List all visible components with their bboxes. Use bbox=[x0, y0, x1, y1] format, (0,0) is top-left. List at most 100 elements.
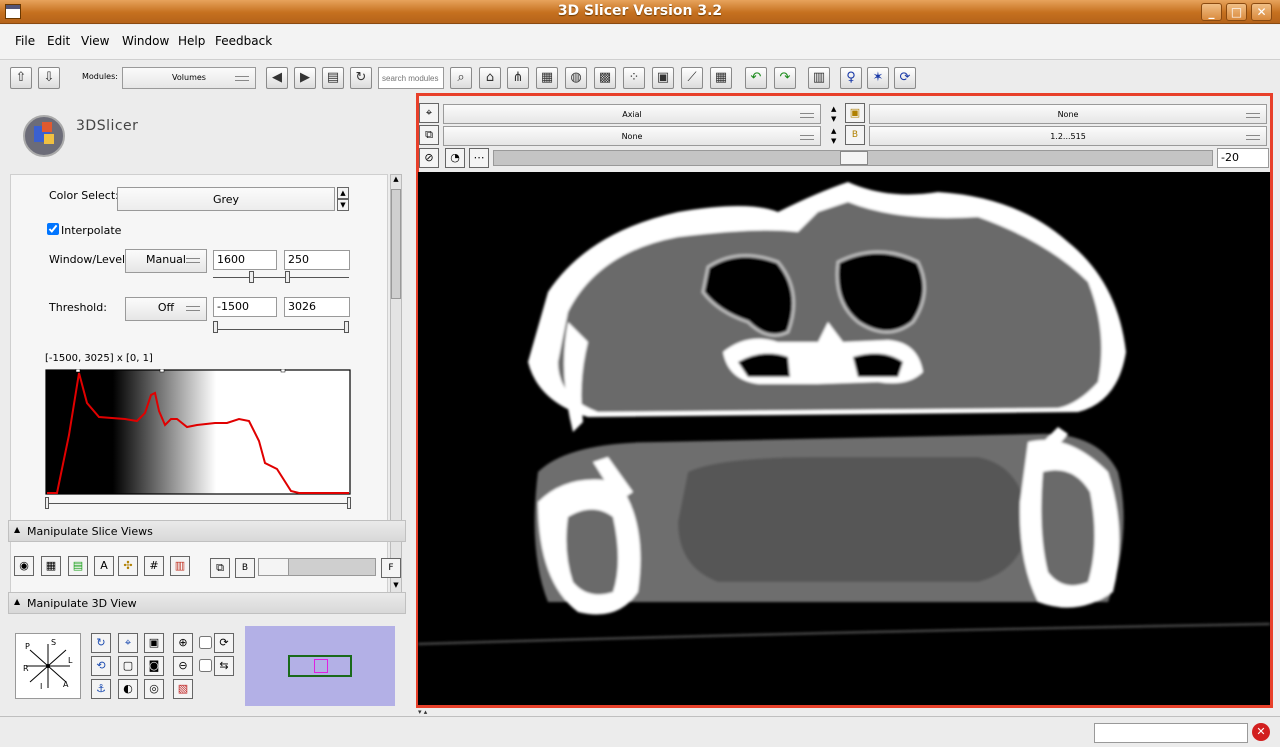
layout-icon[interactable]: ▥ bbox=[808, 67, 830, 89]
window-level-mode-combo[interactable]: Manual bbox=[125, 249, 207, 273]
scroll-up-icon[interactable]: ▲ bbox=[391, 175, 401, 187]
menu-help[interactable]: Help bbox=[178, 34, 205, 48]
data-tree-icon[interactable]: ⋔ bbox=[507, 67, 529, 89]
spin-icon[interactable]: ⟳ bbox=[214, 633, 234, 653]
scroll-thumb[interactable] bbox=[391, 189, 401, 299]
yaw-icon[interactable]: ⚓ bbox=[91, 679, 111, 699]
zoom-in-icon[interactable]: ⊕ bbox=[173, 633, 193, 653]
more-options-icon[interactable]: ⋯ bbox=[469, 148, 489, 168]
models-module-icon[interactable]: ◍ bbox=[565, 67, 587, 89]
rock-icon[interactable]: ⇆ bbox=[214, 656, 234, 676]
label-spin-icon[interactable]: ▲ ▼ bbox=[831, 126, 836, 146]
fiducials-module-icon[interactable]: ⁘ bbox=[623, 67, 645, 89]
menu-edit[interactable]: Edit bbox=[47, 34, 70, 48]
fit-view-icon[interactable]: ▣ bbox=[144, 633, 164, 653]
background-layer-icon[interactable]: B bbox=[845, 125, 865, 145]
threshold-low-input[interactable]: -1500 bbox=[213, 297, 277, 317]
menu-file[interactable]: File bbox=[15, 34, 35, 48]
center-view-icon[interactable]: ⌖ bbox=[118, 633, 138, 653]
undo-icon[interactable]: ↶ bbox=[745, 67, 767, 89]
slice-layout-icon[interactable]: ⌖ bbox=[419, 103, 439, 123]
roll-icon[interactable]: ⟲ bbox=[91, 656, 111, 676]
volumes-module-icon[interactable]: ▦ bbox=[536, 67, 558, 89]
threshold-high-handle[interactable] bbox=[344, 321, 349, 333]
search-modules-input[interactable] bbox=[378, 67, 444, 89]
fg-toggle-icon[interactable]: F bbox=[381, 558, 401, 578]
orientation-spin-icon[interactable]: ▲ ▼ bbox=[831, 104, 836, 124]
color-up-icon[interactable]: ▲ bbox=[337, 187, 349, 199]
stereo-icon[interactable]: ◐ bbox=[118, 679, 138, 699]
visibility-eye-icon[interactable]: ◉ bbox=[14, 556, 34, 576]
fade-slider[interactable] bbox=[258, 558, 376, 576]
place-fiducial-icon[interactable]: ♀ bbox=[840, 67, 862, 89]
histogram-low-handle[interactable] bbox=[45, 497, 49, 509]
rotate-view-icon[interactable]: ⟳ bbox=[894, 67, 916, 89]
menu-view[interactable]: View bbox=[81, 34, 109, 48]
window-value-input[interactable]: 1600 bbox=[213, 250, 277, 270]
fade-slider-thumb[interactable] bbox=[259, 559, 289, 575]
window-handle[interactable] bbox=[249, 271, 254, 283]
colormap-icon[interactable]: ▥ bbox=[170, 556, 190, 576]
visibility-toggle-icon[interactable]: ◔ bbox=[445, 148, 465, 168]
manipulate-slice-views-header[interactable]: ▲ Manipulate Slice Views bbox=[8, 520, 406, 542]
menu-feedback[interactable]: Feedback bbox=[215, 34, 272, 48]
ct-slice-view[interactable] bbox=[417, 172, 1271, 705]
screenshot-icon[interactable]: ◙ bbox=[144, 656, 164, 676]
menu-window[interactable]: Window bbox=[122, 34, 169, 48]
color-select-field[interactable]: Grey bbox=[117, 187, 335, 211]
render-mode-icon[interactable]: ◎ bbox=[144, 679, 164, 699]
label-layer-icon[interactable]: ⧉ bbox=[419, 125, 439, 145]
refresh-icon[interactable]: ↻ bbox=[350, 67, 372, 89]
bg-layer-icon[interactable]: B bbox=[235, 558, 255, 578]
3d-navigator-view[interactable] bbox=[245, 626, 395, 706]
slice-offset-slider[interactable] bbox=[493, 150, 1213, 166]
save-scene-icon[interactable]: ⇩ bbox=[38, 67, 60, 89]
slice-offset-input[interactable]: -20 bbox=[1217, 148, 1269, 168]
threshold-mode-combo[interactable]: Off bbox=[125, 297, 207, 321]
spin-checkbox[interactable] bbox=[199, 636, 212, 649]
grid-lines-icon[interactable]: # bbox=[144, 556, 164, 576]
pick-fiducial-icon[interactable]: ✶ bbox=[867, 67, 889, 89]
background-volume-combo[interactable]: 1.2...515 bbox=[869, 126, 1267, 146]
module-history-icon[interactable]: ▤ bbox=[322, 67, 344, 89]
histogram-chart[interactable] bbox=[45, 369, 351, 495]
zoom-out-icon[interactable]: ⊖ bbox=[173, 656, 193, 676]
orientation-combo[interactable]: Axial bbox=[443, 104, 821, 124]
rock-checkbox[interactable] bbox=[199, 659, 212, 672]
histogram-high-handle[interactable] bbox=[347, 497, 351, 509]
home-icon[interactable]: ⌂ bbox=[479, 67, 501, 89]
minimize-button[interactable]: _ bbox=[1201, 3, 1222, 21]
viewer-resize-icon[interactable]: ▾ ▴ bbox=[418, 708, 427, 716]
search-icon[interactable]: ⌕ bbox=[450, 67, 472, 89]
slice-grid-icon[interactable]: ▦ bbox=[41, 556, 61, 576]
background-color-icon[interactable]: ▧ bbox=[173, 679, 193, 699]
load-scene-icon[interactable]: ⇧ bbox=[10, 67, 32, 89]
label-outline-icon[interactable]: ▤ bbox=[68, 556, 88, 576]
modules-combo[interactable]: Volumes bbox=[122, 67, 256, 89]
orientation-widget[interactable]: P S R L I A bbox=[15, 633, 81, 699]
pitch-icon[interactable]: ↻ bbox=[91, 633, 111, 653]
crosshair-icon[interactable]: ✣ bbox=[118, 556, 138, 576]
annotation-text-icon[interactable]: A bbox=[94, 556, 114, 576]
level-value-input[interactable]: 250 bbox=[284, 250, 350, 270]
error-log-icon[interactable]: ✕ bbox=[1252, 723, 1270, 741]
color-down-icon[interactable]: ▼ bbox=[337, 199, 349, 211]
editor-module-icon[interactable]: ▣ bbox=[652, 67, 674, 89]
label-volume-combo[interactable]: None bbox=[443, 126, 821, 146]
prev-module-icon[interactable]: ◀ bbox=[266, 67, 288, 89]
redo-icon[interactable]: ↷ bbox=[774, 67, 796, 89]
transforms-module-icon[interactable]: ▩ bbox=[594, 67, 616, 89]
threshold-high-input[interactable]: 3026 bbox=[284, 297, 350, 317]
interpolate-checkbox[interactable] bbox=[47, 223, 59, 235]
close-window-button[interactable]: ✕ bbox=[1251, 3, 1272, 21]
link-slices-icon[interactable]: ⊘ bbox=[419, 148, 439, 168]
foreground-volume-combo[interactable]: None bbox=[869, 104, 1267, 124]
slice-offset-thumb[interactable] bbox=[840, 151, 868, 165]
manipulate-3d-view-header[interactable]: ▲ Manipulate 3D View bbox=[8, 592, 406, 614]
threshold-slider[interactable] bbox=[215, 329, 347, 330]
maximize-button[interactable]: □ bbox=[1226, 3, 1247, 21]
colors-module-icon[interactable]: ▦ bbox=[710, 67, 732, 89]
foreground-layer-icon[interactable]: ▣ bbox=[845, 103, 865, 123]
window-level-slider[interactable] bbox=[213, 277, 349, 278]
level-handle[interactable] bbox=[285, 271, 290, 283]
